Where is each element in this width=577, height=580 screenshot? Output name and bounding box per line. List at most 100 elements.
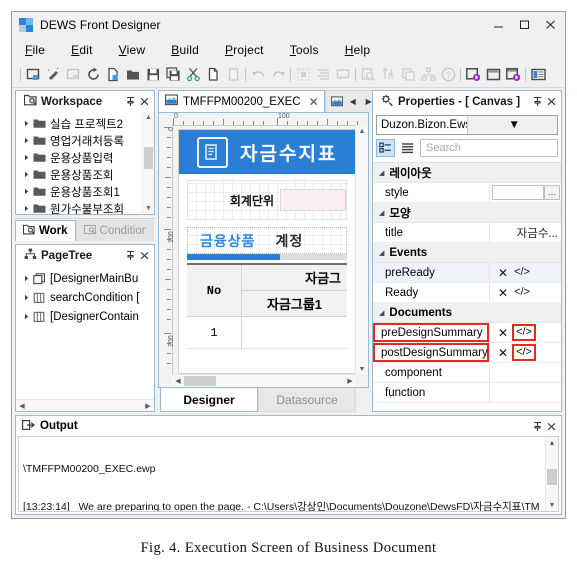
menu-item-edit[interactable]: Edit	[71, 43, 93, 57]
expand-arrow-icon[interactable]	[21, 311, 32, 322]
preview-icon[interactable]	[483, 64, 503, 85]
scroll-right-icon[interactable]: ▶	[344, 375, 356, 387]
design-surface[interactable]: 자금수지표 회계단위 금융상품 계정 No 자금그 자금그룹1 1	[178, 129, 356, 374]
close-icon[interactable]	[544, 95, 558, 109]
property-group-events[interactable]: ◢ Events	[373, 243, 561, 263]
list-item[interactable]: [DesignerMainBu	[16, 269, 154, 288]
workspace-scrollbar[interactable]: ▲ ▼	[142, 112, 154, 214]
collapse-triangle-icon[interactable]: ◢	[379, 209, 384, 217]
code-brackets-icon[interactable]: </>	[514, 326, 534, 339]
tab-designer[interactable]: Designer	[160, 388, 258, 412]
run-debug-icon[interactable]	[463, 64, 483, 85]
pagetree-hscrollbar[interactable]: ◀ ▶	[16, 399, 154, 411]
list-item[interactable]: 운용상품조회	[16, 166, 154, 183]
tab-condition[interactable]: Conditior	[75, 220, 154, 241]
scroll-thumb[interactable]	[184, 376, 216, 386]
object-selector-dropdown[interactable]: Duzon.Bizon.Ews.Designer.C... ▼	[376, 115, 558, 135]
scroll-thumb[interactable]	[144, 147, 153, 169]
clear-x-icon[interactable]: ✕	[498, 287, 508, 299]
pin-icon[interactable]	[123, 95, 137, 109]
property-value[interactable]	[489, 363, 561, 382]
property-value[interactable]	[489, 383, 561, 402]
close-icon[interactable]	[544, 419, 558, 433]
save-all-icon[interactable]	[163, 64, 183, 85]
property-row-style[interactable]: style …	[373, 183, 561, 203]
copy-icon[interactable]	[203, 64, 223, 85]
clear-x-icon[interactable]: ✕	[498, 347, 508, 359]
open-folder-icon[interactable]	[123, 64, 143, 85]
property-row-postdesignsummary[interactable]: postDesignSummary ✕ </>	[373, 343, 561, 363]
expand-arrow-icon[interactable]	[21, 186, 32, 197]
expand-arrow-icon[interactable]	[21, 292, 32, 303]
ellipsis-button[interactable]: …	[544, 185, 560, 200]
close-icon[interactable]	[137, 95, 151, 109]
search-input[interactable]: Search	[420, 139, 558, 157]
pin-icon[interactable]	[530, 419, 544, 433]
prev-arrow-icon[interactable]: ◀	[346, 93, 360, 111]
designer-canvas[interactable]: 0 100 0 100 200 자금수지표 회계단위 금융상품 계정 No 자금…	[159, 113, 368, 387]
grid-row-cell[interactable]	[242, 317, 347, 349]
menu-item-view[interactable]: View	[119, 43, 146, 57]
close-icon[interactable]	[537, 14, 563, 36]
list-item[interactable]: 영업거래처등록	[16, 132, 154, 149]
menu-item-help[interactable]: Help	[345, 43, 371, 57]
expand-arrow-icon[interactable]	[21, 118, 32, 129]
list-item[interactable]: 원가수불부조회	[16, 200, 154, 214]
collapse-triangle-icon[interactable]: ◢	[379, 249, 384, 257]
menu-item-file[interactable]: File	[25, 43, 45, 57]
clear-x-icon[interactable]: ✕	[498, 327, 508, 339]
cut-icon[interactable]	[183, 64, 203, 85]
new-file-icon[interactable]	[103, 64, 123, 85]
expand-arrow-icon[interactable]	[21, 273, 32, 284]
expand-arrow-icon[interactable]	[21, 203, 32, 214]
scroll-down-icon[interactable]: ▼	[356, 363, 368, 375]
data-grid[interactable]: No 자금그 자금그룹1 1	[187, 263, 347, 349]
list-item[interactable]: [DesignerContain	[16, 307, 154, 326]
wizard-icon[interactable]	[43, 64, 63, 85]
code-brackets-icon[interactable]: </>	[514, 287, 530, 298]
code-brackets-icon[interactable]: </>	[514, 346, 534, 359]
scroll-down-icon[interactable]: ▼	[546, 499, 558, 511]
scroll-down-icon[interactable]: ▼	[143, 203, 154, 214]
list-item[interactable]: 실습 프로젝트2	[16, 115, 154, 132]
expand-arrow-icon[interactable]	[21, 152, 32, 163]
accounting-unit-input[interactable]	[280, 189, 346, 211]
categorized-view-icon[interactable]	[376, 139, 395, 157]
property-group-documents[interactable]: ◢ Documents	[373, 303, 561, 323]
menu-item-tools[interactable]: Tools	[290, 43, 319, 57]
output-scrollbar[interactable]: ▲ ▼	[545, 437, 558, 511]
color-swatch[interactable]	[492, 185, 544, 200]
tab-overflow-icon[interactable]	[330, 93, 344, 111]
clear-x-icon[interactable]: ✕	[498, 267, 508, 279]
menu-item-project[interactable]: Project	[225, 43, 264, 57]
page-tab-financial-product[interactable]: 금융상품	[200, 231, 256, 251]
properties-window-icon[interactable]	[528, 64, 548, 85]
property-group-layout[interactable]: ◢ 레이아웃	[373, 163, 561, 183]
canvas-vscrollbar[interactable]: ▲ ▼	[355, 125, 368, 375]
scroll-left-icon[interactable]: ◀	[172, 375, 184, 387]
maximize-icon[interactable]	[511, 14, 537, 36]
page-tab-account[interactable]: 계정	[276, 231, 304, 251]
new-project-icon[interactable]	[23, 64, 43, 85]
tab-work[interactable]: Work	[15, 220, 76, 241]
scroll-up-icon[interactable]: ▲	[356, 125, 368, 137]
pin-icon[interactable]	[530, 95, 544, 109]
expand-arrow-icon[interactable]	[21, 135, 32, 146]
scroll-up-icon[interactable]: ▲	[143, 112, 154, 123]
chevron-down-icon[interactable]: ▼	[466, 116, 557, 134]
alphabetical-view-icon[interactable]	[398, 139, 417, 157]
list-item[interactable]: 운용상품입력	[16, 149, 154, 166]
save-icon[interactable]	[143, 64, 163, 85]
list-item[interactable]: 운용상품조회1	[16, 183, 154, 200]
property-group-appearance[interactable]: ◢ 모양	[373, 203, 561, 223]
scroll-left-icon[interactable]: ◀	[16, 400, 28, 412]
menu-item-build[interactable]: Build	[171, 43, 199, 57]
pin-icon[interactable]	[123, 249, 137, 263]
code-brackets-icon[interactable]: </>	[514, 267, 530, 278]
scroll-up-icon[interactable]: ▲	[546, 437, 558, 449]
tab-datasource[interactable]: Datasource	[258, 388, 356, 412]
property-row-title[interactable]: title 자금수...	[373, 223, 561, 243]
expand-arrow-icon[interactable]	[21, 169, 32, 180]
property-row-preready[interactable]: preReady ✕ </>	[373, 263, 561, 283]
property-row-predesignsummary[interactable]: preDesignSummary ✕ </>	[373, 323, 561, 343]
